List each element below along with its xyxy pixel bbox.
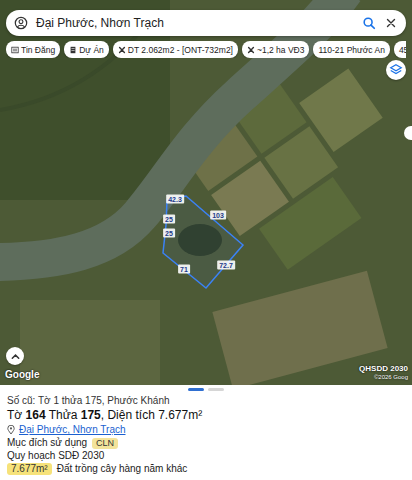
account-icon[interactable] [14,16,28,30]
old-number: Số cũ: Tờ 1 thửa 175, Phước Khánh [7,395,405,407]
edge-length-label: 71 [178,265,190,274]
filter-chip[interactable]: 45-159 Đ [394,41,406,58]
layers-button[interactable] [386,60,406,80]
parcel-outline[interactable] [163,196,243,288]
land-use-row: Mục đích sử dụngCLN [7,437,405,449]
plan-label: Quy hoạch SDĐ 2030 [7,450,405,462]
top-overlay: Đại Phước, Nhơn Trạch Tin ĐăngDự ÁnDT 2.0… [0,0,412,58]
filter-chip[interactable]: ~1,2 ha VĐ3 [242,41,310,58]
area-icon [247,46,255,54]
filter-chips: Tin ĐăngDự ÁnDT 2.062m2 - [ONT-732m2]~1,… [6,41,406,58]
layer-label: QHSDD 2030 [359,364,408,373]
pager-dot[interactable] [208,388,224,391]
news-icon [11,46,19,54]
close-icon[interactable] [384,16,398,30]
my-location-button[interactable] [404,126,412,140]
plan-row: 7.677m²Đất trồng cây hàng năm khác [7,463,405,475]
filter-chip[interactable]: Dự Án [64,41,109,58]
search-icon[interactable] [362,16,376,30]
search-bar[interactable]: Đại Phước, Nhơn Trạch [6,10,406,36]
edge-length-label: 103 [210,211,226,220]
google-attribution: Google [5,369,39,380]
area-icon [118,46,126,54]
search-input[interactable]: Đại Phước, Nhơn Trạch [36,16,354,30]
expand-button[interactable] [6,347,24,365]
map[interactable]: 42.3 103 25 25 71 72.7 Đại Phước, Nhơn Trạch Ti… [0,0,412,385]
parcel-title: Tờ 164 Thửa 175, Diện tích 7.677m² [7,408,405,423]
copyright: ©2026 Goog [374,373,408,382]
edge-length-label: 72.7 [217,261,235,270]
pin-icon [7,425,15,435]
layers-icon [389,63,403,77]
map-app: 42.3 103 25 25 71 72.7 Đại Phước, Nhơn Trạch Ti… [0,0,412,480]
edge-length-label: 42.3 [166,195,184,204]
parcel-sheet: Số cũ: Tờ 1 thửa 175, Phước KhánhTờ 164 … [0,385,412,480]
pager-dot[interactable] [188,388,204,391]
map-legend: QHSDD 2030©2026 Goog [359,364,408,382]
filter-chip[interactable]: DT 2.062m2 - [ONT-732m2] [113,41,238,58]
chevron-up-icon [10,351,21,362]
building-icon [69,46,77,54]
location-link[interactable]: Đại Phước, Nhơn Trạch [7,424,405,436]
plan-area-badge: 7.677m² [7,463,52,475]
filter-chip[interactable]: Tin Đăng [6,41,60,58]
edge-length-label: 25 [163,229,175,238]
edge-length-label: 25 [163,215,175,224]
filter-chip[interactable]: 110-21 Phước An [313,41,389,58]
land-use-badge: CLN [92,438,118,449]
pager [7,387,405,394]
